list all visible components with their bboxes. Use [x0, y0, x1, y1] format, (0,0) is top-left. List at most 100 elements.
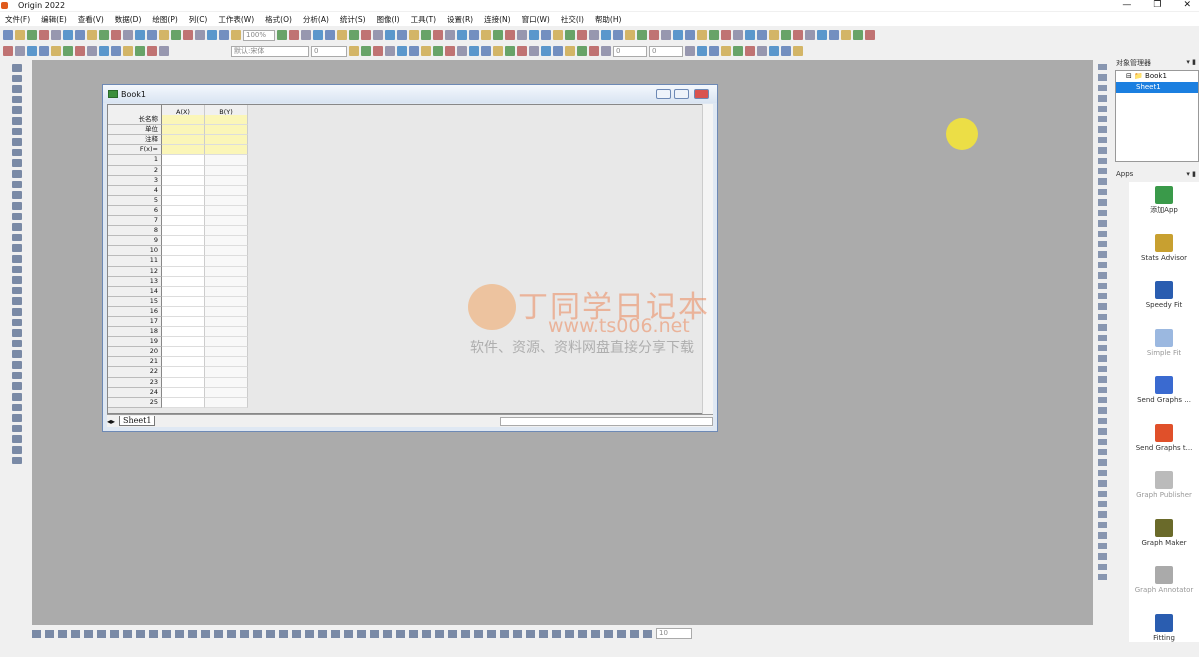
- layer-tool-icon[interactable]: [1098, 439, 1107, 445]
- layer-tool-icon[interactable]: [1098, 470, 1107, 476]
- tool-icon[interactable]: [12, 149, 22, 157]
- panel-pin-icon[interactable]: ▾ ▮: [1186, 170, 1196, 182]
- workbook-titlebar[interactable]: Book1: [103, 85, 717, 103]
- tool-icon[interactable]: [12, 64, 22, 72]
- tool-icon[interactable]: [12, 266, 22, 274]
- menu-item[interactable]: 帮助(H): [595, 14, 622, 25]
- layer-tool-icon[interactable]: [1098, 491, 1107, 497]
- table-cell[interactable]: [162, 347, 205, 357]
- toolbar-button-icon[interactable]: [793, 46, 803, 56]
- graph-tool-icon[interactable]: [409, 630, 418, 638]
- graph-tool-icon[interactable]: [253, 630, 262, 638]
- toolbar-button-icon[interactable]: [159, 46, 169, 56]
- app-item[interactable]: Simple Fit: [1129, 325, 1199, 373]
- row-header[interactable]: 9: [108, 236, 162, 246]
- graph-tool-icon[interactable]: [370, 630, 379, 638]
- table-cell[interactable]: [162, 155, 205, 165]
- table-cell[interactable]: [205, 186, 248, 196]
- toolbar-button-icon[interactable]: [75, 30, 85, 40]
- toolbar-button-icon[interactable]: [433, 30, 443, 40]
- graph-tool-icon[interactable]: [123, 630, 132, 638]
- row-header[interactable]: 长名称: [108, 115, 162, 125]
- table-cell[interactable]: [162, 226, 205, 236]
- menu-item[interactable]: 工作表(W): [218, 14, 254, 25]
- zoom-combo[interactable]: 100%: [243, 30, 275, 41]
- toolbar-button-icon[interactable]: [15, 30, 25, 40]
- toolbar-button-icon[interactable]: [757, 46, 767, 56]
- toolbar-button-icon[interactable]: [745, 46, 755, 56]
- graph-tool-icon[interactable]: [461, 630, 470, 638]
- toolbar-button-icon[interactable]: [853, 30, 863, 40]
- layer-tool-icon[interactable]: [1098, 428, 1107, 434]
- graph-tool-icon[interactable]: [604, 630, 613, 638]
- toolbar-button-icon[interactable]: [625, 30, 635, 40]
- row-header[interactable]: 11: [108, 256, 162, 266]
- table-cell[interactable]: [162, 246, 205, 256]
- table-cell[interactable]: [162, 135, 205, 145]
- app-item[interactable]: Send Graphs ...: [1129, 372, 1199, 420]
- layer-tool-icon[interactable]: [1098, 283, 1107, 289]
- layer-tool-icon[interactable]: [1098, 262, 1107, 268]
- layer-tool-icon[interactable]: [1098, 324, 1107, 330]
- toolbar-button-icon[interactable]: [829, 30, 839, 40]
- graph-tool-icon[interactable]: [344, 630, 353, 638]
- menu-item[interactable]: 文件(F): [5, 14, 30, 25]
- toolbar-button-icon[interactable]: [865, 30, 875, 40]
- toolbar-button-icon[interactable]: [147, 30, 157, 40]
- table-cell[interactable]: [205, 388, 248, 398]
- toolbar-button-icon[interactable]: [397, 30, 407, 40]
- layer-tool-icon[interactable]: [1098, 210, 1107, 216]
- toolbar-button-icon[interactable]: [685, 46, 695, 56]
- graph-tool-icon[interactable]: [136, 630, 145, 638]
- tool-icon[interactable]: [12, 276, 22, 284]
- table-cell[interactable]: [162, 236, 205, 246]
- row-header[interactable]: 18: [108, 327, 162, 337]
- layer-tool-icon[interactable]: [1098, 345, 1107, 351]
- toolbar-button-icon[interactable]: [373, 46, 383, 56]
- menu-item[interactable]: 数据(D): [115, 14, 142, 25]
- graph-tool-icon[interactable]: [565, 630, 574, 638]
- graph-tool-icon[interactable]: [162, 630, 171, 638]
- table-cell[interactable]: [205, 216, 248, 226]
- toolbar-button-icon[interactable]: [63, 46, 73, 56]
- toolbar-button-icon[interactable]: [207, 30, 217, 40]
- tool-icon[interactable]: [12, 382, 22, 390]
- row-header[interactable]: 10: [108, 246, 162, 256]
- layer-tool-icon[interactable]: [1098, 511, 1107, 517]
- toolbar-button-icon[interactable]: [99, 46, 109, 56]
- table-cell[interactable]: [162, 378, 205, 388]
- toolbar-button-icon[interactable]: [337, 30, 347, 40]
- layer-tool-icon[interactable]: [1098, 480, 1107, 486]
- toolbar-button-icon[interactable]: [195, 30, 205, 40]
- table-cell[interactable]: [205, 327, 248, 337]
- tree-item-sheet[interactable]: Sheet1: [1116, 82, 1198, 93]
- toolbar-button-icon[interactable]: [553, 46, 563, 56]
- toolbar-button-icon[interactable]: [63, 30, 73, 40]
- tool-icon[interactable]: [12, 170, 22, 178]
- menu-item[interactable]: 分析(A): [303, 14, 329, 25]
- tool-icon[interactable]: [12, 75, 22, 83]
- toolbar-button-icon[interactable]: [481, 46, 491, 56]
- tool-icon[interactable]: [12, 117, 22, 125]
- toolbar-button-icon[interactable]: [805, 30, 815, 40]
- table-cell[interactable]: [205, 277, 248, 287]
- tool-icon[interactable]: [12, 213, 22, 221]
- layer-tool-icon[interactable]: [1098, 387, 1107, 393]
- tool-icon[interactable]: [12, 372, 22, 380]
- table-cell[interactable]: [205, 357, 248, 367]
- table-cell[interactable]: [162, 166, 205, 176]
- toolbar-button-icon[interactable]: [39, 46, 49, 56]
- toolbar-button-icon[interactable]: [51, 30, 61, 40]
- toolbar-button-icon[interactable]: [769, 46, 779, 56]
- graph-tool-icon[interactable]: [201, 630, 210, 638]
- vertical-scrollbar[interactable]: [702, 104, 713, 414]
- table-cell[interactable]: [205, 226, 248, 236]
- menu-item[interactable]: 图像(I): [377, 14, 400, 25]
- graph-tool-icon[interactable]: [58, 630, 67, 638]
- toolbar-button-icon[interactable]: [529, 30, 539, 40]
- layer-tool-icon[interactable]: [1098, 418, 1107, 424]
- layer-tool-icon[interactable]: [1098, 137, 1107, 143]
- layer-tool-icon[interactable]: [1098, 522, 1107, 528]
- tab-nav-right[interactable]: ▸: [111, 417, 115, 426]
- tool-icon[interactable]: [12, 223, 22, 231]
